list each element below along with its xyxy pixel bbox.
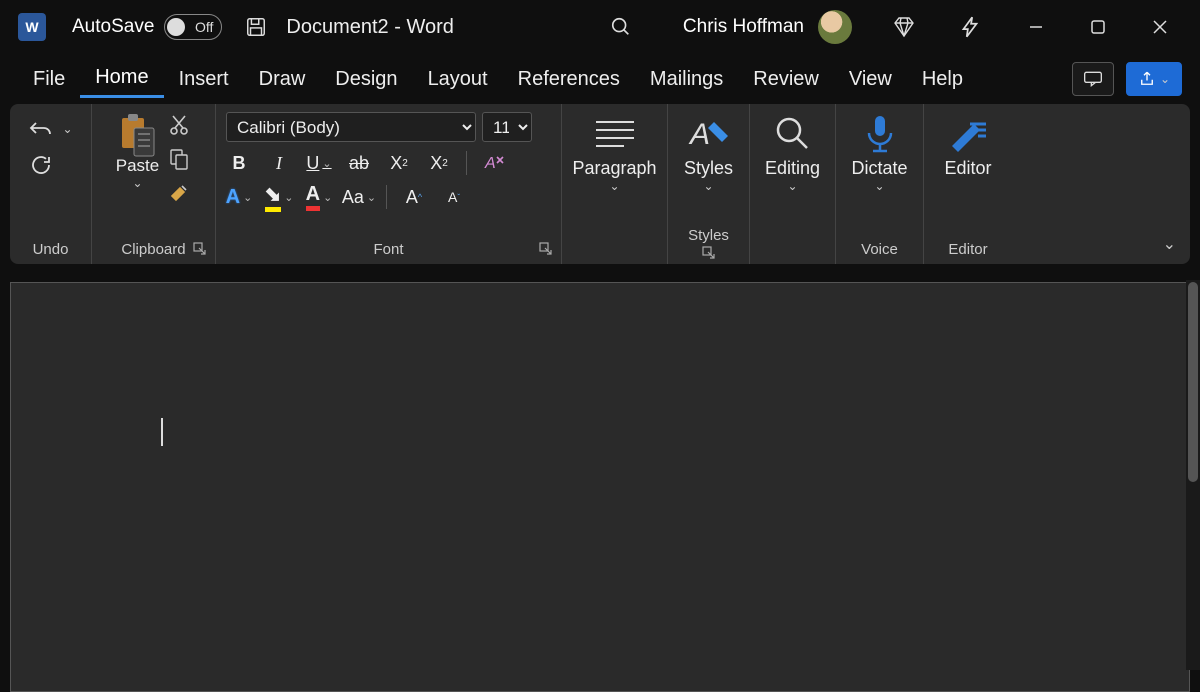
paste-icon [116,112,160,156]
styles-dropdown-icon[interactable]: ⌄ [703,179,713,193]
microphone-icon [863,112,897,156]
undo-group: ⌄ Undo [10,104,92,264]
user-avatar-icon[interactable] [818,10,852,44]
change-case-button[interactable]: Aa [346,184,372,210]
paragraph-dropdown-icon[interactable]: ⌄ [609,179,619,193]
clipboard-group-label: Clipboard [121,238,185,260]
grow-font-button[interactable]: A^ [401,184,427,210]
styles-group-label: Styles [688,224,729,246]
paste-dropdown-icon[interactable]: ⌄ [132,176,142,190]
menu-bar: File Home Insert Draw Design Layout Refe… [0,54,1200,104]
toggle-knob [167,18,185,36]
text-effects-button[interactable]: A [226,184,252,210]
dictate-dropdown-icon[interactable]: ⌄ [874,179,884,193]
autosave-toggle-group: AutoSave Off [72,14,222,40]
copy-button[interactable] [166,146,192,172]
undo-dropdown-icon[interactable]: ⌄ [62,122,72,136]
autosave-state: Off [195,19,213,35]
menu-layout[interactable]: Layout [413,62,503,97]
paragraph-label: Paragraph [572,158,656,179]
menu-mailings[interactable]: Mailings [635,62,738,97]
menu-home[interactable]: Home [80,60,163,98]
svg-text:A: A [688,118,710,151]
styles-launcher-icon[interactable] [702,246,716,260]
cut-button[interactable] [166,112,192,138]
undo-group-label: Undo [33,238,69,260]
document-canvas[interactable] [10,282,1190,692]
maximize-button[interactable] [1084,13,1112,41]
styles-btn-label: Styles [684,158,733,179]
collapse-ribbon-icon[interactable]: ⌄ [1163,234,1176,254]
paragraph-icon [590,112,640,156]
font-size-select[interactable]: 11 [482,112,532,142]
dictate-label: Dictate [851,158,907,179]
editor-group-label: Editor [948,238,987,260]
clear-formatting-button[interactable]: A [481,150,507,176]
menu-design[interactable]: Design [320,62,412,97]
user-account[interactable]: Chris Hoffman [683,10,852,44]
coming-soon-icon[interactable] [956,13,984,41]
editing-dropdown-icon[interactable]: ⌄ [787,179,797,193]
autosave-label: AutoSave [72,16,154,38]
paste-button[interactable]: Paste ⌄ [116,112,160,206]
styles-button[interactable]: A Styles ⌄ Styles [668,104,750,264]
clipboard-launcher-icon[interactable] [193,242,209,258]
font-launcher-icon[interactable] [539,242,555,258]
user-name: Chris Hoffman [683,16,804,38]
autosave-toggle[interactable]: Off [164,14,222,40]
font-group-label: Font [373,238,403,260]
menu-review[interactable]: Review [738,62,834,97]
editing-search-icon [773,112,813,156]
subscript-button[interactable]: X2 [386,150,412,176]
document-title: Document2 - Word [286,16,453,39]
clipboard-group: Paste ⌄ Clipboard [92,104,216,264]
repeat-button[interactable] [28,152,54,178]
menu-help[interactable]: Help [907,62,978,97]
svg-text:A: A [484,155,496,172]
diamond-icon[interactable] [890,13,918,41]
font-color-button[interactable]: A [306,184,332,210]
ribbon: ⌄ Undo Paste ⌄ Clipboard [10,104,1190,264]
editor-pen-icon [946,112,990,156]
title-bar: W AutoSave Off Document2 - Word Chris Ho… [0,0,1200,54]
bold-button[interactable]: B [226,150,252,176]
menu-view[interactable]: View [834,62,907,97]
comments-button[interactable] [1072,62,1114,96]
editing-button[interactable]: Editing ⌄ [750,104,836,264]
editor-label: Editor [944,158,991,179]
font-name-select[interactable]: Calibri (Body) [226,112,476,142]
menu-file[interactable]: File [18,62,80,97]
styles-icon: A [686,112,732,156]
voice-group-label: Voice [861,238,898,260]
format-painter-button[interactable] [166,180,192,206]
paragraph-button[interactable]: Paragraph ⌄ [562,104,668,264]
menu-draw[interactable]: Draw [244,62,321,97]
save-icon[interactable] [242,13,270,41]
paste-label: Paste [116,156,159,176]
window-controls [1022,13,1174,41]
superscript-button[interactable]: X2 [426,150,452,176]
undo-button[interactable] [28,116,54,142]
font-group: Calibri (Body) 11 B I U ab X2 X2 A A ⬊ A… [216,104,562,264]
editing-label: Editing [765,158,820,179]
strikethrough-button[interactable]: ab [346,150,372,176]
menu-references[interactable]: References [503,62,635,97]
underline-button[interactable]: U [306,150,332,176]
close-button[interactable] [1146,13,1174,41]
word-app-icon: W [18,13,46,41]
shrink-font-button[interactable]: Aˇ [441,184,467,210]
dictate-button[interactable]: Dictate ⌄ Voice [836,104,924,264]
menu-insert[interactable]: Insert [164,62,244,97]
minimize-button[interactable] [1022,13,1050,41]
highlight-button[interactable]: ⬊ [266,184,292,210]
share-button[interactable]: ⌄ [1126,62,1182,96]
chevron-down-icon: ⌄ [1160,72,1170,86]
text-cursor [161,418,163,446]
search-icon[interactable] [607,13,635,41]
scrollbar-thumb[interactable] [1188,282,1198,482]
vertical-scrollbar[interactable] [1186,280,1200,670]
editor-button[interactable]: Editor Editor [924,104,1012,264]
italic-button[interactable]: I [266,150,292,176]
